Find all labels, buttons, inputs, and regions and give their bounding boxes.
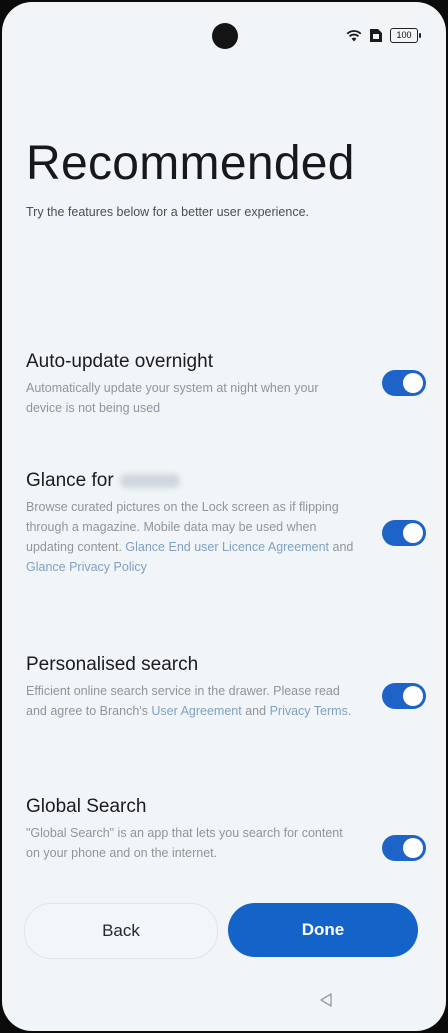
setting-title: Glance for <box>26 469 426 493</box>
setting-description: Efficient online search service in the d… <box>26 681 356 721</box>
setting-personalised-search: Personalised search Efficient online sea… <box>26 653 426 721</box>
glance-toggle[interactable] <box>382 520 426 546</box>
blurred-brand-name <box>119 473 180 488</box>
setting-description: Automatically update your system at nigh… <box>26 381 319 415</box>
back-button[interactable]: Back <box>24 903 218 959</box>
glance-privacy-link[interactable]: Glance Privacy Policy <box>26 560 147 574</box>
front-camera <box>212 23 238 49</box>
setting-title: Personalised search <box>26 654 199 675</box>
setting-global-search: Global Search "Global Search" is an app … <box>26 795 426 863</box>
desc-text: . <box>347 704 352 718</box>
battery-icon: 100 <box>390 28 421 43</box>
global-search-toggle[interactable] <box>382 835 426 861</box>
status-bar: 100 <box>2 2 446 62</box>
desc-text: and <box>245 704 267 718</box>
toggle-knob <box>403 373 423 393</box>
glance-licence-link[interactable]: Glance End user Licence Agreement <box>125 540 329 554</box>
toggle-knob <box>403 686 423 706</box>
nav-back-icon[interactable] <box>318 992 334 1008</box>
desc-text: and <box>332 540 354 554</box>
setting-title: Auto-update overnight <box>26 351 213 372</box>
setting-description: Browse curated pictures on the Lock scre… <box>26 497 356 577</box>
privacy-terms-link[interactable]: Privacy Terms <box>270 704 348 718</box>
status-icons: 100 <box>346 28 421 43</box>
setting-glance: Glance for Browse curated pictures on th… <box>26 469 426 577</box>
sim-icon <box>370 29 382 42</box>
wifi-icon <box>346 30 362 42</box>
user-agreement-link[interactable]: User Agreement <box>151 704 241 718</box>
auto-update-toggle[interactable] <box>382 370 426 396</box>
toggle-knob <box>403 838 423 858</box>
setting-title: Global Search <box>26 796 147 817</box>
page-subtitle: Try the features below for a better user… <box>26 205 310 219</box>
setting-auto-update: Auto-update overnight Automatically upda… <box>26 350 426 418</box>
page-title: Recommended <box>26 137 355 190</box>
setting-title-text: Glance for <box>26 470 114 491</box>
done-button[interactable]: Done <box>228 903 418 957</box>
setup-screen: 100 Recommended Try the features below f… <box>2 2 446 1031</box>
personalised-search-toggle[interactable] <box>382 683 426 709</box>
setting-description: "Global Search" is an app that lets you … <box>26 826 343 860</box>
toggle-knob <box>403 523 423 543</box>
